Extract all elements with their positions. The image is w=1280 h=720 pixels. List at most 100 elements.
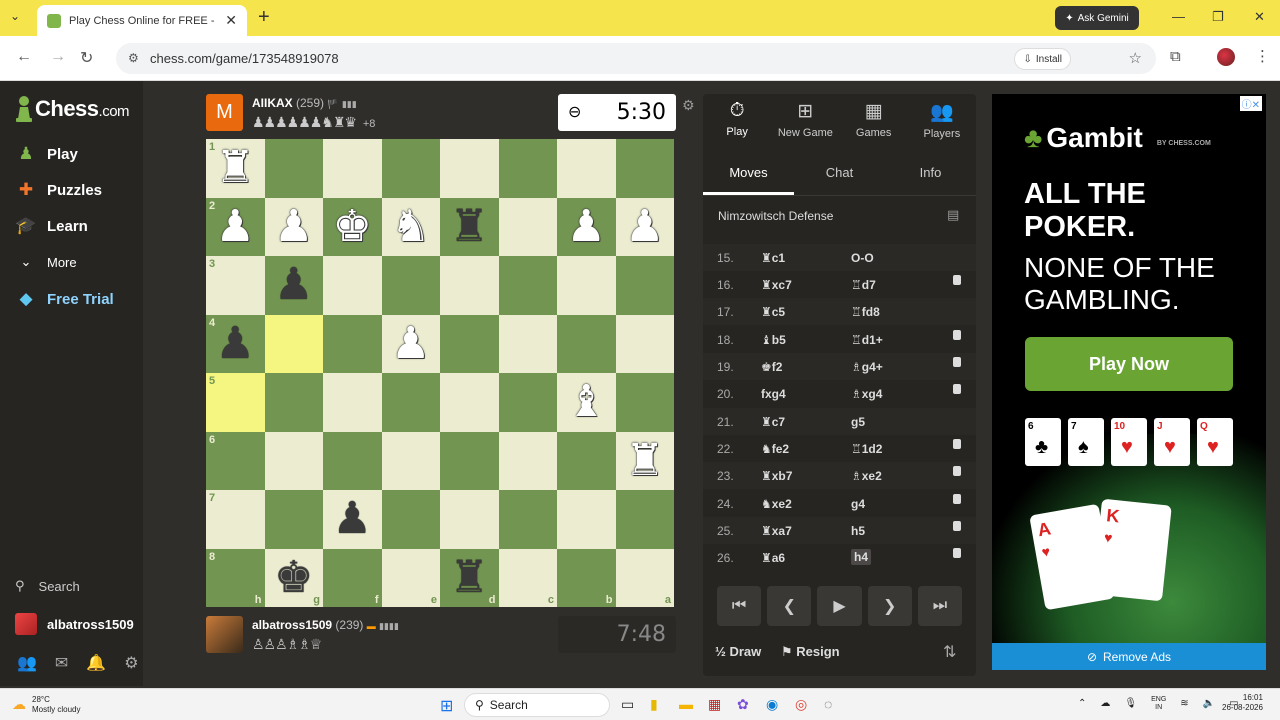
board-square[interactable]: 7 bbox=[206, 490, 265, 549]
white-piece[interactable]: ♟ bbox=[216, 204, 255, 249]
task-view-icon[interactable]: ▭ bbox=[621, 696, 634, 713]
extensions-icon[interactable]: ⧉ bbox=[1170, 48, 1181, 65]
white-piece[interactable]: ♟ bbox=[391, 321, 430, 366]
sidebar-item-more[interactable]: ⌄ More bbox=[15, 251, 77, 273]
black-piece[interactable]: ♚ bbox=[274, 555, 313, 600]
board-square[interactable] bbox=[264, 139, 323, 198]
white-move[interactable]: ♞xe2 bbox=[761, 497, 792, 511]
white-piece[interactable]: ♜ bbox=[625, 438, 664, 483]
previous-move-button[interactable]: ❮ bbox=[767, 586, 812, 626]
white-move[interactable]: ♝b5 bbox=[761, 333, 786, 347]
chess-com-logo[interactable]: Chess.com bbox=[15, 95, 130, 123]
white-piece[interactable]: ♚ bbox=[333, 204, 372, 249]
board-square[interactable] bbox=[440, 256, 499, 315]
wifi-icon[interactable]: ≋ bbox=[1180, 698, 1188, 709]
bookmark-star-icon[interactable]: ☆ bbox=[1129, 49, 1142, 67]
black-move[interactable]: O-O bbox=[851, 251, 874, 265]
copilot-icon[interactable]: ✿ bbox=[737, 696, 749, 713]
tab-info[interactable]: Info bbox=[885, 156, 976, 195]
board-square[interactable] bbox=[440, 431, 499, 490]
ad-info-icon[interactable]: ⓘ✕ bbox=[1239, 96, 1262, 111]
board-square[interactable] bbox=[264, 373, 323, 432]
board-settings-icon[interactable]: ⚙ bbox=[682, 97, 695, 114]
close-tab-icon[interactable]: ✕ bbox=[225, 12, 237, 29]
sidebar-item-learn[interactable]: 🎓 Learn bbox=[15, 215, 87, 237]
board-square[interactable] bbox=[557, 139, 616, 198]
black-piece[interactable]: ♟ bbox=[216, 321, 255, 366]
board-square[interactable]: ♟ bbox=[381, 314, 440, 373]
sidebar-user[interactable]: albatross1509 bbox=[15, 613, 134, 635]
board-square[interactable]: ♚ bbox=[323, 197, 382, 256]
tab-chat[interactable]: Chat bbox=[794, 156, 885, 195]
tab-search-icon[interactable]: ⌄ bbox=[10, 9, 20, 23]
black-move[interactable]: ♖d7 bbox=[851, 278, 876, 292]
board-square[interactable]: b bbox=[557, 548, 616, 607]
restore-icon[interactable]: ❐ bbox=[1212, 9, 1224, 25]
board-square[interactable]: ♟ bbox=[264, 197, 323, 256]
board-square[interactable] bbox=[615, 373, 674, 432]
black-move[interactable]: ♗xg4 bbox=[851, 387, 882, 401]
draw-button[interactable]: ½ Draw bbox=[715, 644, 761, 659]
board-square[interactable] bbox=[440, 490, 499, 549]
board-square[interactable]: ♟ bbox=[323, 490, 382, 549]
board-square[interactable]: ♜ bbox=[440, 197, 499, 256]
app2-icon[interactable]: ◌ bbox=[824, 696, 832, 712]
first-move-button[interactable]: ⏮ bbox=[717, 586, 762, 626]
board-square[interactable] bbox=[323, 373, 382, 432]
board-square[interactable] bbox=[381, 490, 440, 549]
system-clock[interactable]: 16:01 26-08-2026 bbox=[1222, 693, 1263, 714]
tab-games[interactable]: ▦ Games bbox=[840, 94, 908, 146]
next-move-button[interactable]: ❯ bbox=[867, 586, 912, 626]
board-square[interactable] bbox=[264, 431, 323, 490]
white-piece[interactable]: ♟ bbox=[567, 204, 606, 249]
white-move[interactable]: ♜c7 bbox=[761, 415, 785, 429]
board-square[interactable]: g ♚ bbox=[264, 548, 323, 607]
remove-ads-button[interactable]: ⊘ Remove Ads bbox=[992, 643, 1266, 670]
board-square[interactable]: ♟ bbox=[615, 197, 674, 256]
profile-avatar[interactable] bbox=[1217, 48, 1235, 66]
board-square[interactable] bbox=[323, 139, 382, 198]
board-square[interactable]: 8h bbox=[206, 548, 265, 607]
board-square[interactable] bbox=[381, 256, 440, 315]
board-square[interactable]: ♟ bbox=[557, 197, 616, 256]
chrome-icon[interactable]: ◎ bbox=[795, 696, 807, 713]
black-move[interactable]: ♗xe2 bbox=[851, 469, 882, 483]
edge-icon[interactable]: ◉ bbox=[766, 696, 778, 713]
sidebar-item-puzzles[interactable]: ✚ Puzzles bbox=[15, 179, 102, 201]
board-square[interactable] bbox=[381, 373, 440, 432]
opponent-name[interactable]: AIIKAX (259) 🏴 ▮▮▮ bbox=[252, 96, 357, 110]
browser-menu-icon[interactable]: ⋮ bbox=[1255, 47, 1270, 65]
board-square[interactable] bbox=[498, 256, 557, 315]
board-square[interactable] bbox=[498, 373, 557, 432]
language-indicator[interactable]: ENG IN bbox=[1151, 696, 1166, 711]
notifications-icon[interactable]: 🔔 bbox=[86, 653, 106, 673]
minimize-icon[interactable]: — bbox=[1172, 9, 1185, 24]
white-move[interactable]: ♜c5 bbox=[761, 305, 785, 319]
sidebar-item-free-trial[interactable]: ◆ Free Trial bbox=[15, 288, 113, 310]
last-move-button[interactable]: ⏭ bbox=[917, 586, 963, 626]
white-piece[interactable]: ♜ bbox=[216, 146, 255, 190]
new-tab-icon[interactable]: + bbox=[258, 6, 270, 29]
board-square[interactable] bbox=[557, 490, 616, 549]
board-square[interactable] bbox=[323, 256, 382, 315]
windows-start-icon[interactable]: ⊞ bbox=[440, 696, 453, 716]
ad-play-now-button[interactable]: Play Now bbox=[1025, 337, 1233, 391]
board-square[interactable]: 3 bbox=[206, 256, 265, 315]
chess-board[interactable]: 1 ♜ 2 ♟ ♟ ♚ ♞ ♜ ♟ ♟ 3 ♟ 4 ♟ ♟ 5 ♝ 6 ♜ 7 ♟ 8 h g ♚ f e d ♜ c b a bbox=[206, 139, 674, 607]
ask-gemini-button[interactable]: ✦ Ask Gemini bbox=[1055, 6, 1139, 30]
white-move[interactable]: ♚f2 bbox=[761, 360, 782, 374]
player-avatar[interactable] bbox=[206, 616, 243, 653]
board-square[interactable]: c bbox=[498, 548, 557, 607]
sidebar-item-play[interactable]: ♟ Play bbox=[15, 143, 77, 165]
opening-book-icon[interactable]: ▤ bbox=[947, 207, 959, 223]
notes-icon[interactable]: ▮ bbox=[650, 696, 658, 713]
board-square[interactable] bbox=[615, 314, 674, 373]
board-square[interactable] bbox=[264, 490, 323, 549]
browser-tab[interactable]: Play Chess Online for FREE - 2 Player Ch… bbox=[37, 5, 247, 36]
board-square[interactable]: ♟ bbox=[264, 256, 323, 315]
close-window-icon[interactable]: ✕ bbox=[1254, 9, 1265, 25]
flip-board-icon[interactable]: ⇅ bbox=[943, 642, 956, 662]
board-square[interactable] bbox=[381, 139, 440, 198]
player-name[interactable]: albatross1509 (239) ▬ ▮▮▮▮ bbox=[252, 618, 399, 632]
board-square[interactable]: 1 ♜ bbox=[206, 139, 265, 198]
